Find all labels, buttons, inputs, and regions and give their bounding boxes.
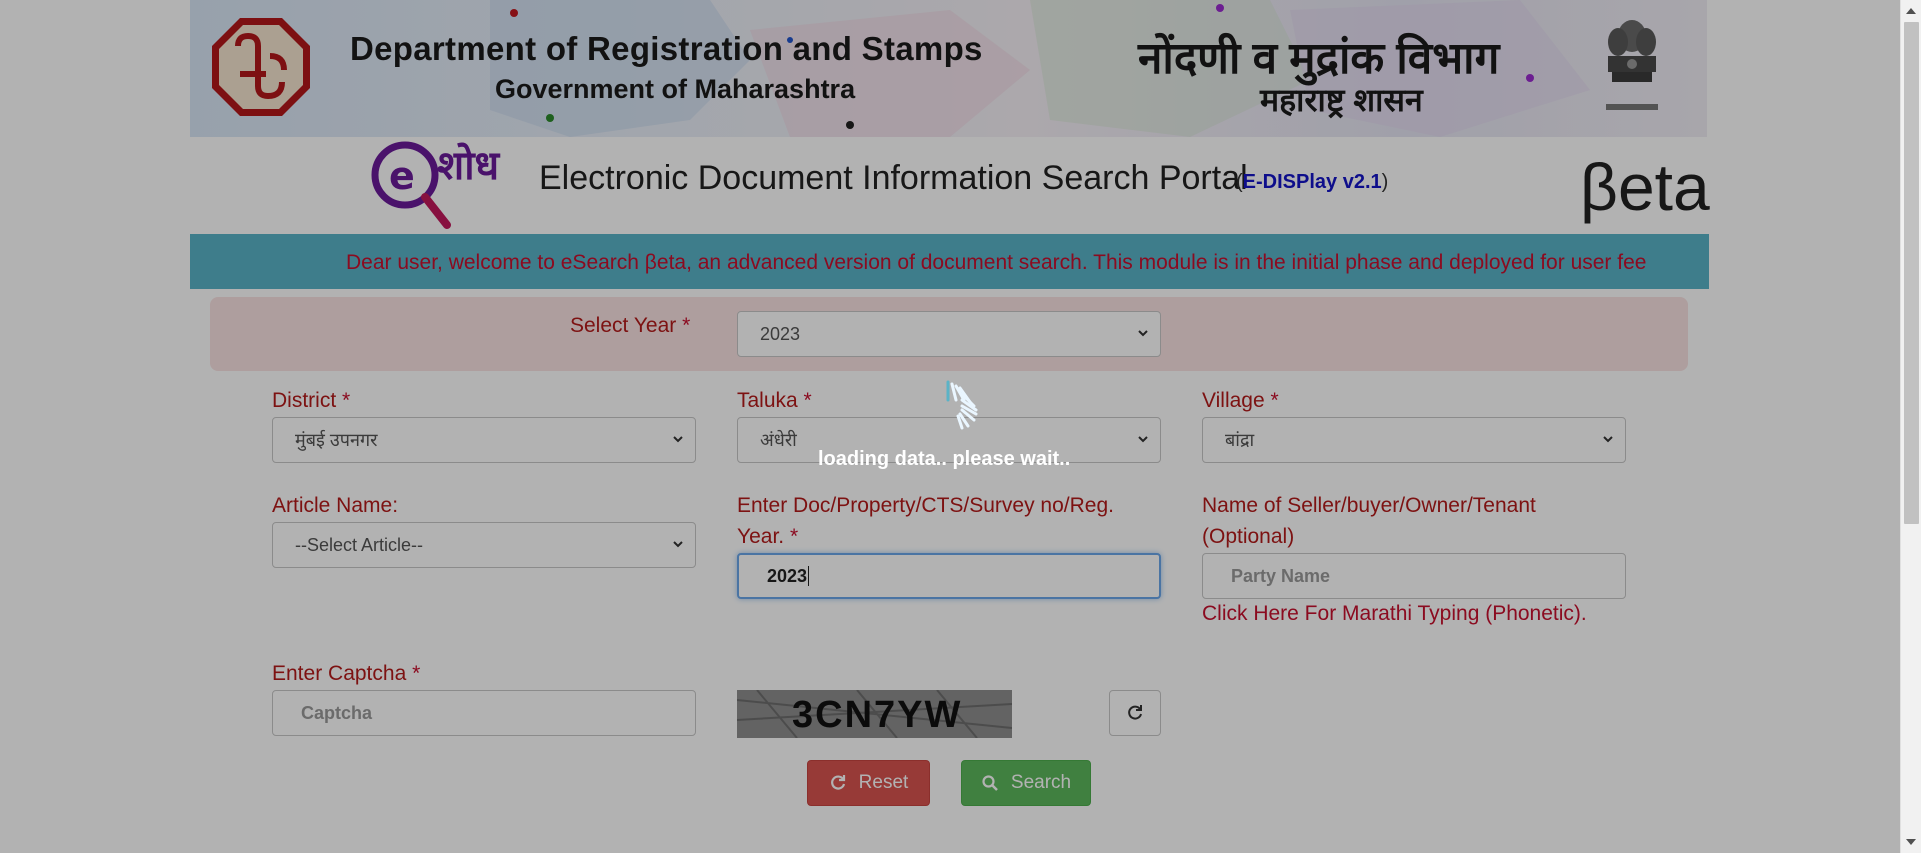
page: Department of Registration and Stamps Go… bbox=[0, 0, 1921, 853]
loading-text: loading data.. please wait.. bbox=[818, 448, 1071, 470]
scroll-down-arrow-icon[interactable] bbox=[1906, 839, 1916, 845]
scrollbar-thumb[interactable] bbox=[1904, 22, 1919, 524]
vertical-scrollbar[interactable] bbox=[1900, 0, 1921, 853]
loading-overlay: loading data.. please wait.. bbox=[0, 0, 1900, 853]
scroll-up-arrow-icon[interactable] bbox=[1906, 8, 1916, 14]
spinner-icon bbox=[946, 380, 978, 430]
